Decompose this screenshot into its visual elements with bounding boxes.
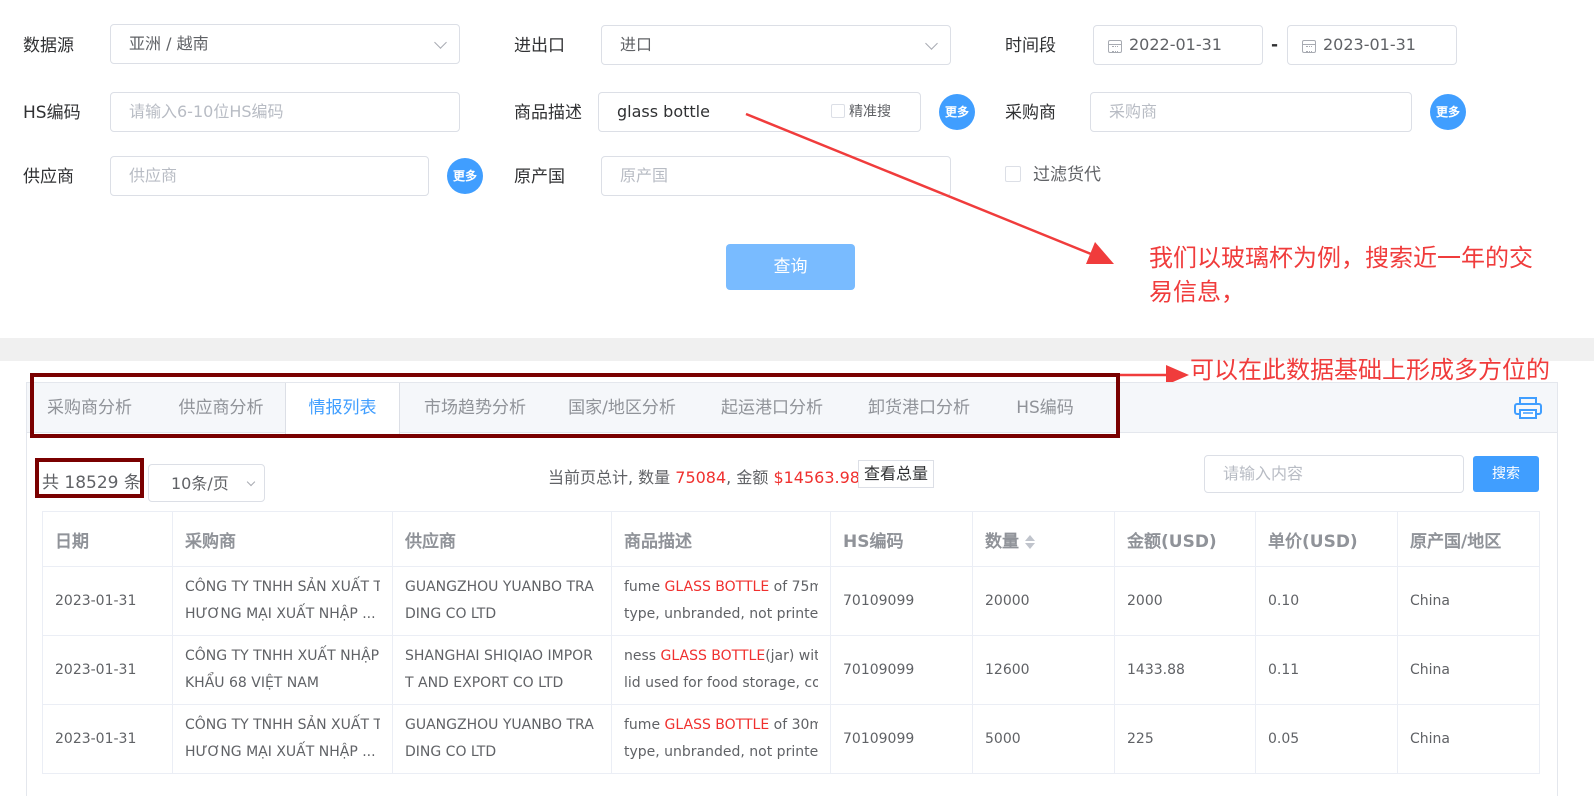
chevron-down-icon — [246, 477, 256, 487]
cell-date: 2023-01-31 — [42, 704, 173, 774]
cell-unit-price: 0.11 — [1255, 635, 1398, 705]
cell-buyer[interactable]: CÔNG TY TNHH SẢN XUẤT T HƯƠNG MẠI XUẤT NH… — [172, 566, 393, 636]
cell-supplier[interactable]: GUANGZHOU YUANBO TRA DING CO LTD — [392, 704, 612, 774]
column-header-date: 日期 — [42, 511, 173, 567]
table-search-input[interactable]: 请输入内容 — [1204, 455, 1464, 493]
table-row: 2023-01-31 CÔNG TY TNHH SẢN XUẤT T HƯƠNG … — [42, 566, 1540, 636]
table-row: 2023-01-31 CÔNG TY TNHH XUẤT NHẬP KHẨU 68… — [42, 635, 1540, 705]
cell-date: 2023-01-31 — [42, 635, 173, 705]
table-row: 2023-01-31 CÔNG TY TNHH SẢN XUẤT T HƯƠNG … — [42, 704, 1540, 774]
printer-icon[interactable] — [1514, 397, 1542, 419]
cell-buyer[interactable]: CÔNG TY TNHH XUẤT NHẬP KHẨU 68 VIỆT NAM — [172, 635, 393, 705]
annotation-search-note: 我们以玻璃杯为例，搜索近一年的交易信息， — [1149, 244, 1533, 306]
total-count: 共 18529 条 — [42, 473, 141, 493]
cell-amount: 225 — [1114, 704, 1256, 774]
table-search-placeholder: 请输入内容 — [1223, 464, 1304, 483]
column-header-amount: 金额(USD) — [1114, 511, 1256, 567]
page-amount-total: $14563.98 — [773, 468, 860, 487]
cell-amount: 1433.88 — [1114, 635, 1256, 705]
column-header-hs-code: HS编码 — [830, 511, 973, 567]
quantity-header-label: 数量 — [985, 531, 1019, 552]
tabs-highlight-frame — [30, 373, 1120, 438]
page-totals: 当前页总计, 数量 75084, 金额 $14563.98 — [548, 464, 860, 488]
cell-supplier[interactable]: SHANGHAI SHIQIAO IMPOR T AND EXPORT CO LT… — [392, 635, 612, 705]
cell-quantity: 5000 — [972, 704, 1115, 774]
cell-origin: China — [1397, 635, 1540, 705]
column-header-quantity[interactable]: 数量 — [972, 511, 1115, 567]
column-header-unit-price: 单价(USD) — [1255, 511, 1398, 567]
page-size-select[interactable]: 10条/页 — [148, 464, 265, 502]
sort-icon[interactable] — [1025, 534, 1035, 550]
page-size-value: 10条/页 — [171, 474, 229, 493]
page-amount-prefix: , 金额 — [726, 468, 774, 487]
results-table: 日期 采购商 供应商 商品描述 HS编码 数量 金额(USD) 单价(USD) … — [42, 511, 1540, 774]
page-quantity-total: 75084 — [675, 468, 727, 487]
table-header-row: 日期 采购商 供应商 商品描述 HS编码 数量 金额(USD) 单价(USD) … — [42, 511, 1540, 567]
view-total-button[interactable]: 查看总量 — [858, 460, 935, 488]
column-header-supplier: 供应商 — [392, 511, 612, 567]
page-totals-prefix: 当前页总计, 数量 — [548, 468, 676, 487]
cell-quantity: 12600 — [972, 635, 1115, 705]
column-header-origin: 原产国/地区 — [1397, 511, 1540, 567]
annotation-arrow-one — [745, 112, 1114, 264]
cell-description[interactable]: fume GLASS BOTTLE of 30mltype, unbranded… — [611, 704, 831, 774]
column-header-description: 商品描述 — [611, 511, 831, 567]
cell-hs-code: 70109099 — [830, 566, 973, 636]
cell-description[interactable]: fume GLASS BOTTLE of 75mltype, unbranded… — [611, 566, 831, 636]
cell-date: 2023-01-31 — [42, 566, 173, 636]
cell-quantity: 20000 — [972, 566, 1115, 636]
cell-unit-price: 0.05 — [1255, 704, 1398, 774]
cell-supplier[interactable]: GUANGZHOU YUANBO TRA DING CO LTD — [392, 566, 612, 636]
cell-origin: China — [1397, 566, 1540, 636]
cell-unit-price: 0.10 — [1255, 566, 1398, 636]
search-button[interactable]: 搜索 — [1473, 456, 1539, 492]
cell-amount: 2000 — [1114, 566, 1256, 636]
cell-origin: China — [1397, 704, 1540, 774]
column-header-buyer: 采购商 — [172, 511, 393, 567]
cell-buyer[interactable]: CÔNG TY TNHH SẢN XUẤT T HƯƠNG MẠI XUẤT NH… — [172, 704, 393, 774]
cell-description[interactable]: ness GLASS BOTTLE(jar) withlid used for … — [611, 635, 831, 705]
cell-hs-code: 70109099 — [830, 704, 973, 774]
cell-hs-code: 70109099 — [830, 635, 973, 705]
